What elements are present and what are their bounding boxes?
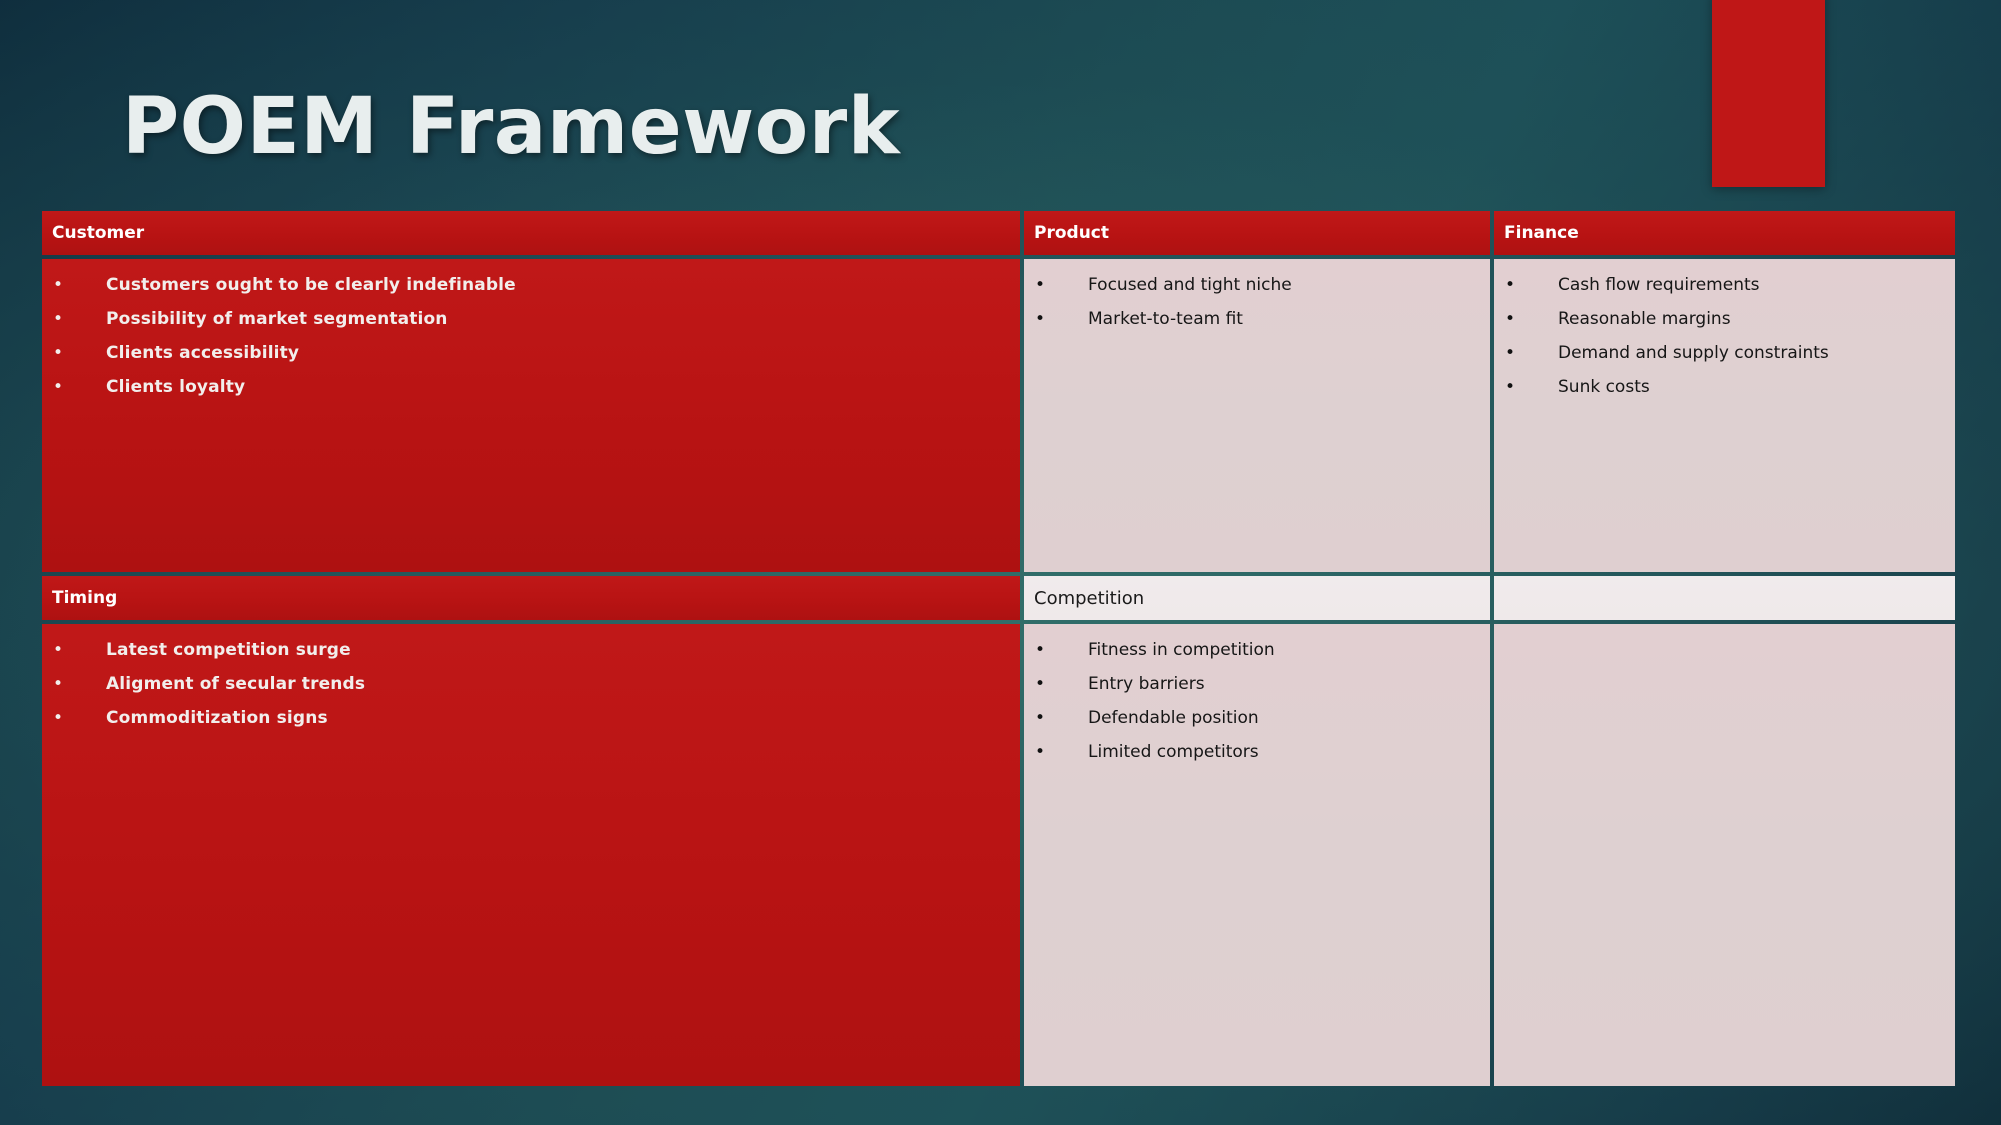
list-item-label: Market-to-team fit [1088,309,1243,329]
bullet-list-timing: • Latest competition surge • Aligment of… [42,624,1020,742]
list-item: • Market-to-team fit [1024,309,1490,343]
list-item: • Cash flow requirements [1494,275,1955,309]
bullet-list-competition: • Fitness in competition • Entry barrier… [1024,624,1490,776]
header-cell-finance[interactable]: Finance [1494,211,1955,255]
header-label-customer: Customer [52,223,145,243]
bullet-icon: • [53,343,64,363]
list-item: • Limited competitors [1024,742,1490,776]
list-item-label: Aligment of secular trends [106,674,366,694]
bullet-icon: • [1035,674,1046,694]
bullet-icon: • [1035,275,1046,295]
body-cell-competition: • Fitness in competition • Entry barrier… [1024,624,1490,1086]
bullet-list-product: • Focused and tight niche • Market-to-te… [1024,259,1490,343]
list-item: • Demand and supply constraints [1494,343,1955,377]
bullet-icon: • [1035,309,1046,329]
list-item-label: Customers ought to be clearly indefinabl… [106,275,516,295]
header-label-competition: Competition [1034,587,1145,609]
header-cell-timing[interactable]: Timing [42,576,1020,620]
list-item: • Reasonable margins [1494,309,1955,343]
list-item: • Commoditization signs [42,708,1020,742]
bullet-icon: • [1505,343,1516,363]
bullet-icon: • [1035,640,1046,660]
list-item: • Entry barriers [1024,674,1490,708]
bullet-list-finance: • Cash flow requirements • Reasonable ma… [1494,259,1955,411]
list-item: • Sunk costs [1494,377,1955,411]
bullet-icon: • [1505,275,1516,295]
bullet-icon: • [53,640,64,660]
bullet-list-customer: • Customers ought to be clearly indefina… [42,259,1020,411]
header-label-product: Product [1034,223,1109,243]
bullet-icon: • [53,275,64,295]
list-item-label: Clients accessibility [106,343,300,363]
slide-canvas: POEM Framework Customer Product Finance … [0,0,2001,1125]
header-cell-customer[interactable]: Customer [42,211,1020,255]
header-label-timing: Timing [52,588,118,608]
matrix-row-1-header: Customer Product Finance [42,211,1955,255]
bullet-icon: • [1505,309,1516,329]
list-item-label: Fitness in competition [1088,640,1275,660]
bullet-icon: • [53,309,64,329]
list-item: • Clients loyalty [42,377,1020,411]
list-item-label: Limited competitors [1088,742,1259,762]
matrix-row-2-body: • Latest competition surge • Aligment of… [42,624,1955,1086]
list-item-label: Latest competition surge [106,640,351,660]
list-item: • Defendable position [1024,708,1490,742]
bullet-icon: • [1035,742,1046,762]
header-cell-product[interactable]: Product [1024,211,1490,255]
body-cell-product: • Focused and tight niche • Market-to-te… [1024,259,1490,572]
list-item-label: Demand and supply constraints [1558,343,1829,363]
list-item: • Clients accessibility [42,343,1020,377]
body-cell-timing: • Latest competition surge • Aligment of… [42,624,1020,1086]
list-item: • Focused and tight niche [1024,275,1490,309]
bullet-icon: • [1505,377,1516,397]
list-item-label: Entry barriers [1088,674,1205,694]
list-item-label: Commoditization signs [106,708,328,728]
list-item-label: Defendable position [1088,708,1259,728]
matrix-row-2-header: Timing Competition [42,576,1955,620]
list-item-label: Reasonable margins [1558,309,1731,329]
list-item: • Customers ought to be clearly indefina… [42,275,1020,309]
header-cell-competition[interactable]: Competition [1024,576,1490,620]
poem-matrix-table: Customer Product Finance • Customers oug… [42,211,1955,1086]
list-item: • Latest competition surge [42,640,1020,674]
bullet-icon: • [53,708,64,728]
body-cell-customer: • Customers ought to be clearly indefina… [42,259,1020,572]
list-item-label: Sunk costs [1558,377,1650,397]
list-item-label: Cash flow requirements [1558,275,1760,295]
bullet-icon: • [1035,708,1046,728]
list-item-label: Possibility of market segmentation [106,309,448,329]
accent-rectangle [1712,0,1825,187]
list-item: • Aligment of secular trends [42,674,1020,708]
header-cell-blank[interactable] [1494,576,1955,620]
list-item: • Fitness in competition [1024,640,1490,674]
matrix-row-1-body: • Customers ought to be clearly indefina… [42,259,1955,572]
bullet-icon: • [53,377,64,397]
list-item-label: Clients loyalty [106,377,246,397]
header-label-finance: Finance [1504,223,1579,243]
body-cell-finance: • Cash flow requirements • Reasonable ma… [1494,259,1955,572]
page-title: POEM Framework [122,82,901,172]
body-cell-blank [1494,624,1955,1086]
list-item-label: Focused and tight niche [1088,275,1292,295]
list-item: • Possibility of market segmentation [42,309,1020,343]
bullet-icon: • [53,674,64,694]
